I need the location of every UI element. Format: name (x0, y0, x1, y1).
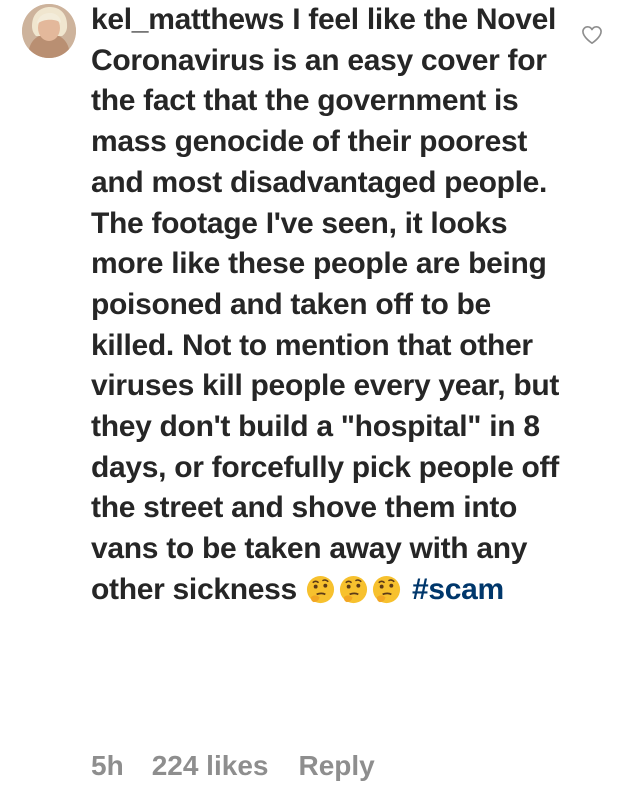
avatar-image (22, 4, 76, 58)
like-button[interactable] (581, 25, 603, 45)
comment-likes[interactable]: 224 likes (152, 750, 269, 782)
avatar[interactable] (22, 4, 76, 58)
comment-time[interactable]: 5h (91, 750, 124, 782)
comment-text: I feel like the Novel Coronavirus is an … (91, 3, 560, 606)
comment-body: kel_matthews I feel like the Novel Coron… (91, 0, 561, 611)
hashtag-link[interactable]: #scam (412, 573, 504, 606)
comment-meta: 5h 224 likes Reply (91, 750, 375, 782)
thinking-face-emoji (306, 575, 335, 603)
thinking-face-emoji (339, 575, 368, 603)
comment-username[interactable]: kel_matthews (91, 3, 284, 36)
heart-icon (582, 26, 602, 44)
comment: kel_matthews I feel like the Novel Coron… (0, 0, 640, 799)
thinking-face-emoji (372, 575, 401, 603)
reply-button[interactable]: Reply (298, 750, 374, 782)
